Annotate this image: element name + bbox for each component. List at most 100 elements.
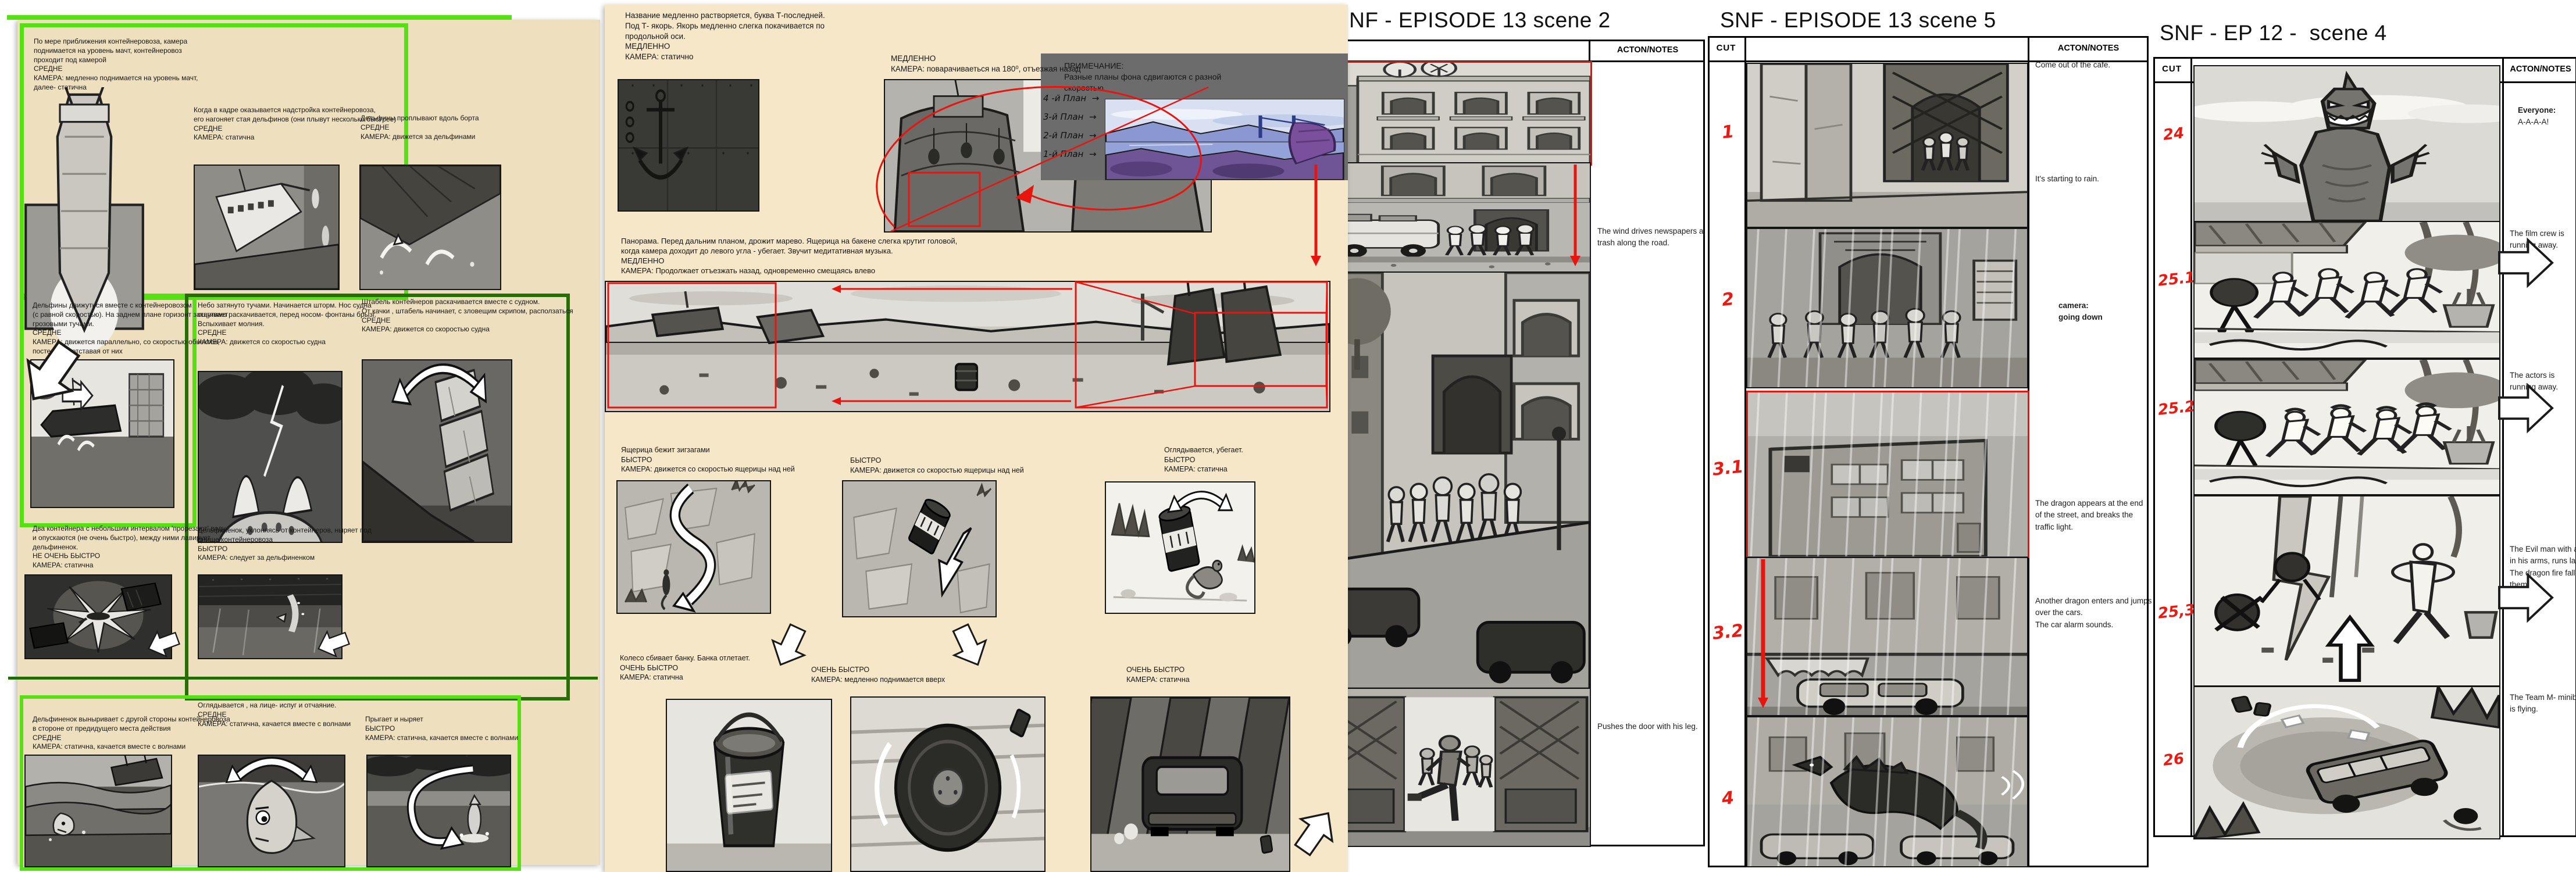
text-line: ОЧЕНЬ БЫСТРО [1126,665,1190,675]
note-box-text: ПРИМЕЧАНИЕ:Разные планы фона сдвигаются … [1064,60,1221,94]
text-line: БЫСТРО [365,724,518,734]
text-line: От качки , штабель начинает, с зловещим … [362,307,573,316]
text-line: over the cars. [2035,607,2152,619]
note-text: Come out of the cafe. [2035,59,2110,71]
text-line: КАМЕРА: статична, качается вместе с волн… [198,720,351,729]
text-line: A-A-A-A! [2518,116,2556,128]
text-line: БЫСТРО [621,455,795,465]
note-text: The wind drives newspapers atrash along … [1597,226,1703,249]
caption-block: Колесо сбивает банку. Банка отлетает.ОЧЕ… [620,653,750,682]
text-line: СРЕДНЕ [33,734,230,743]
notes-header: ACTON/NOTES [2504,57,2576,81]
text-line: СРЕДНЕ [362,316,573,326]
can-fall-drawing [843,481,996,616]
dolphins-hull-drawing [361,166,500,289]
caption-block: МЕДЛЕННОКАМЕРА: поварачиваеться на 180⁰,… [891,53,1080,74]
text-line: The wind drives newspapers a [1597,226,1703,237]
text-line: of the street, and breaks the [2035,509,2143,521]
dragon-car-drawing [1747,717,2027,866]
caption-block: Оглядывается, убегает.БЫСТРОКАМЕРА: стат… [1164,445,1243,474]
cut-number: 2 [1711,288,1744,311]
text-line: поднимается на уровень мачт, контейнеров… [34,47,198,56]
notes-header: ACTON/NOTES [1592,40,1704,60]
building-top-drawing [1310,63,1590,164]
cut-panel-rain-people [1746,228,2028,388]
storyboard-panel-soup-lizard [1105,481,1255,614]
cut-header: CUT [2153,57,2190,81]
caption-block: Прыгает и ныряетБЫСТРОКАМЕРА: статична, … [365,715,518,742]
cut-panel-evil-man [2193,495,2500,687]
text-line: БЫСТРО [198,545,372,554]
cut-panel-building-top [1308,61,1592,166]
cut-panel-street-car [1746,557,2028,716]
storyboard-panel-car-away [1090,696,1290,872]
caption-block: Дельфиненок, уклоняясь от контейнеров, н… [198,526,372,563]
text-line: днище контейнеровоза [198,535,372,545]
text-line: ОЧЕНЬ БЫСТРО [620,663,750,673]
text-line: КАМЕРА: поварачиваеться на 180⁰, отъезжа… [891,64,1080,74]
caption-block: Дельфины проплывают вдоль бортаСРЕДНЕКАМ… [361,114,479,141]
storyboard-panel-can-fall [842,480,997,617]
text-line: КАМЕРА: движется за дельфинами [361,133,479,142]
bucket-drawing [667,700,831,871]
text-line: дельфиненок. [33,543,226,552]
rain-people-drawing [1747,229,2027,387]
building-van-drawing [1310,163,1590,273]
note-text: It's starting to rain. [2035,173,2099,185]
text-line: Pushes the door with his leg. [1597,721,1698,732]
cut-panel-run-crew [2193,221,2500,359]
text-line: running away. [2510,381,2558,393]
street-people-drawing [1310,273,1590,689]
text-line: Вспыхивает молния. [198,320,376,329]
cut-number: 24 [2157,124,2190,144]
column-separator [2190,57,2192,837]
note-text: The dragon appears at the endof the stre… [2035,498,2143,533]
text-line: The film crew is [2510,228,2564,240]
storyboard-panel-ship-city [30,359,174,508]
note-text: Pushes the door with his leg. [1597,721,1698,732]
note-text: The Evil man with a woin his arms, runs … [2510,544,2576,591]
text-line: Come out of the cafe. [2035,59,2110,71]
note-text: Everyone:A-A-A-A! [2518,105,2556,128]
storyboard-panel-dolphin-face [198,755,345,867]
text-line: The dragon fire falls be [2510,567,2576,579]
text-line: running away. [2510,240,2564,251]
text-line: It's starting to rain. [2035,173,2099,185]
text-line: СРЕДНЕ [361,123,479,133]
text-line: Оглядывается , на лице- испуг и отчаяние… [198,701,351,710]
caption-block: Два контейнера с небольшим интервалом 'п… [33,524,226,570]
text-line: Название медленно растворяется, буква Т-… [625,10,825,21]
text-line: Another dragon enters and jumps [2035,595,2152,607]
storyboard-panel-bucket [666,699,832,872]
text-line: КАМЕРА: статична [1164,464,1243,474]
cut-panel-godzilla [2193,65,2500,222]
caption-block: Оглядывается , на лице- испуг и отчаяние… [198,701,351,728]
door-kick-drawing [1310,689,1590,846]
storm-drawing [199,372,341,542]
board-title-scene2: SNF - EPISODE 13 scene 2 [1335,8,1611,33]
text-line: Дельфины проплывают вдоль борта [361,114,479,123]
caption-block: Небо затянуто тучами. Начинается шторм. … [198,301,376,347]
wheel-drawing [851,698,1044,871]
text-line: trash along the road. [1597,237,1703,249]
dolphin-sea-drawing [26,756,171,866]
text-line: in his arms, runs last. [2510,555,2576,567]
text-line: КАМЕРА: статична, качается вместе с волн… [33,742,230,752]
text-line: The car alarm sounds. [2035,619,2152,631]
storyboard-collage: По мере приближения контейнеровоза, каме… [0,0,2576,872]
containers-drawing [363,360,511,542]
cut-panel-dragon-car [1746,716,2028,867]
plan-label: 2-й План → [1043,130,1096,141]
godzilla-drawing [2195,66,2499,221]
text-line: СРЕДНЕ [34,65,198,74]
cut-number: 3.1 [1711,456,1744,480]
cut-panel-street-corner [1746,63,2028,228]
dolphin-dive-drawing [368,756,510,866]
building-high-drawing [1748,392,2028,556]
text-line: далее- статична [34,83,198,92]
text-line: МЕДЛЕННО [621,256,957,266]
storyboard-panel-dolphins-hull [359,165,501,290]
text-line: them. [2510,579,2576,591]
cut-number: 26 [2157,749,2190,770]
caption-block: ОЧЕНЬ БЫСТРОКАМЕРА: статична [1126,665,1190,684]
